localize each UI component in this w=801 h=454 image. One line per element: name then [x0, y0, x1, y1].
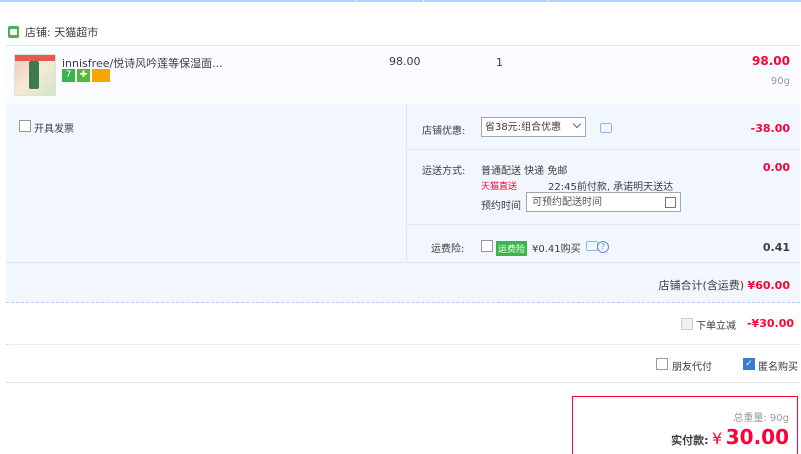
discount-label: 店铺优惠:	[422, 126, 466, 137]
guarantee-icon[interactable]: ✚	[77, 69, 90, 82]
discount-selected-value: 省38元:组合优惠	[485, 122, 562, 133]
shipping-amount: 0.00	[762, 161, 790, 174]
delivery-time-input[interactable]: 可预约配送时间	[526, 192, 681, 212]
instant-discount-amount: -¥30.00	[746, 317, 794, 330]
shop-options-panel: 开具发票 店铺优惠: 省38元:组合优惠 -38.00 运送方式: 普通配送 快…	[6, 104, 800, 303]
insurance-amount: 0.41	[762, 241, 790, 254]
total-weight: 总重量: 90g	[733, 409, 789, 424]
instant-discount-label: 下单立减	[696, 321, 736, 332]
item-weight: 90g	[770, 76, 790, 87]
schedule-label: 预约时间	[481, 201, 521, 212]
quantity: 1	[496, 56, 503, 69]
delivery-promise: 22:45前付款, 承诺明天送达	[548, 182, 674, 193]
subtotal-amount: ¥60.00	[747, 279, 790, 292]
anonymous-label: 匿名购买	[758, 362, 798, 373]
friend-pay-checkbox[interactable]	[656, 358, 668, 370]
insurance-tag: 运费险	[496, 241, 528, 256]
tmall-direct-tag: 天猫直送	[481, 182, 518, 192]
invoice-label: 开具发票	[34, 124, 74, 135]
discount-select[interactable]: 省38元:组合优惠	[481, 117, 586, 137]
chat-icon[interactable]	[600, 123, 612, 133]
item-total: 98.00	[752, 54, 790, 68]
shop-name: 店铺: 天猫超市	[25, 26, 99, 39]
product-thumbnail[interactable]	[14, 54, 56, 96]
invoice-checkbox[interactable]	[19, 120, 31, 132]
help-icon[interactable]: ?	[597, 241, 609, 253]
shop-header: 店铺: 天猫超市	[8, 24, 98, 40]
insurance-price: ¥0.41购买	[532, 244, 581, 255]
insurance-checkbox[interactable]	[481, 240, 493, 252]
unit-price: 98.00	[389, 55, 421, 68]
delivery-time-placeholder: 可预约配送时间	[532, 197, 602, 208]
shop-subtotal: 店铺合计(含运费) ¥60.00	[658, 277, 790, 293]
total-weight-label: 总重量:	[733, 413, 767, 424]
panel-divider	[406, 104, 407, 262]
order-item-row: innisfree/悦诗风吟莲等保湿面... 7 ✚ 98.00 1 98.00…	[6, 45, 800, 105]
card-payment-icon[interactable]	[92, 69, 110, 82]
store-icon	[8, 26, 19, 38]
subtotal-label: 店铺合计(含运费)	[658, 279, 745, 292]
divider-line	[406, 224, 800, 225]
instant-discount-checkbox[interactable]	[681, 318, 693, 330]
payment-summary: 总重量: 90g 实付款: ¥ 30.00	[572, 396, 798, 454]
discount-amount: -38.00	[750, 122, 790, 135]
calendar-icon[interactable]	[665, 197, 676, 208]
seven-day-return-icon[interactable]: 7	[62, 69, 75, 82]
payment-options-row: 朋友代付 ✓ 匿名购买	[6, 344, 800, 383]
insurance-label: 运费险:	[431, 244, 465, 255]
actual-payment-amount: 30.00	[725, 425, 789, 449]
divider-line	[406, 149, 800, 150]
total-weight-value: 90g	[769, 413, 789, 424]
shipping-label: 运送方式:	[422, 166, 466, 177]
anonymous-checkbox[interactable]: ✓	[743, 358, 755, 370]
chevron-down-icon	[572, 119, 582, 129]
product-badges: 7 ✚	[62, 69, 110, 82]
friend-pay-label: 朋友代付	[672, 362, 712, 373]
actual-payment-label: 实付款:	[671, 434, 709, 447]
shipping-method: 普通配送 快递 免邮	[481, 166, 568, 177]
currency-symbol: ¥	[712, 429, 723, 448]
divider-line	[6, 262, 800, 263]
top-border	[0, 0, 801, 6]
instant-discount-row: 下单立减 -¥30.00	[6, 302, 800, 345]
actual-payment: 实付款: ¥ 30.00	[671, 425, 789, 449]
